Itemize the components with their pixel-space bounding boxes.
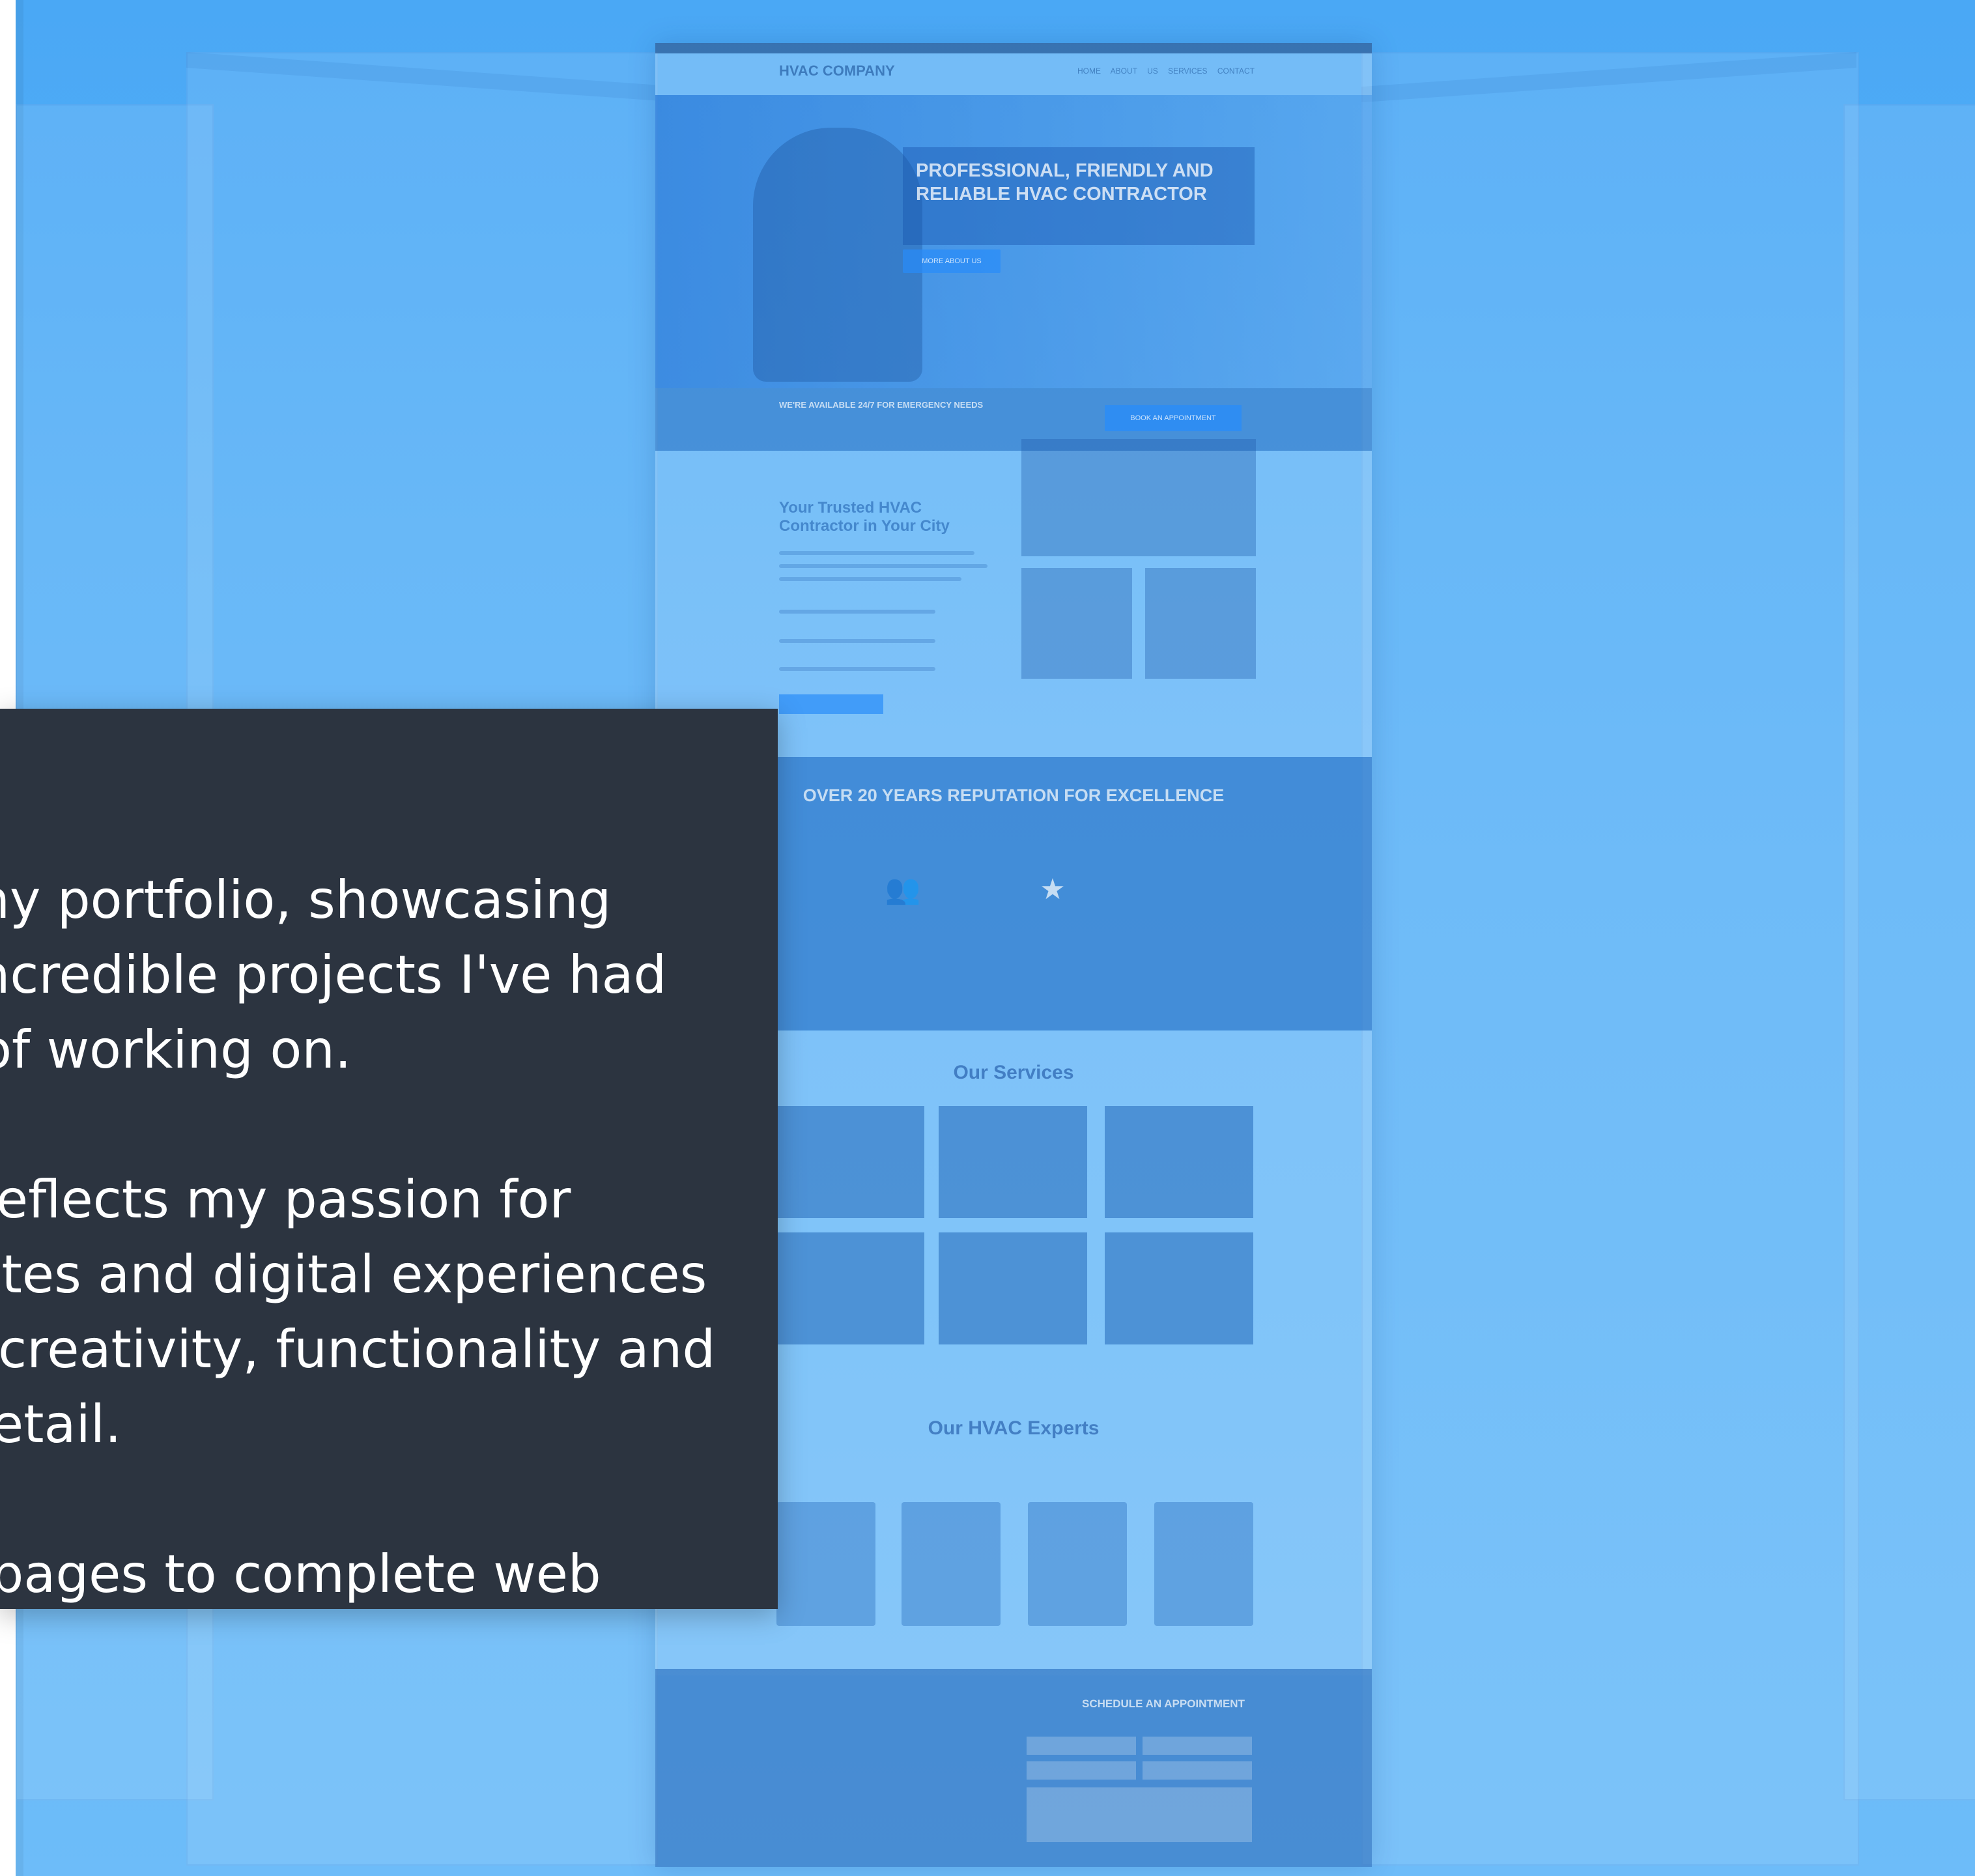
- service-tile: [776, 1232, 924, 1344]
- star-icon: ★: [1040, 873, 1066, 906]
- form-field: [1027, 1737, 1136, 1755]
- hvac-topbar: [655, 43, 1372, 53]
- hvac-about-image: [1021, 568, 1132, 679]
- hvac-strip-button: BOOK AN APPOINTMENT: [1105, 405, 1242, 431]
- text-line: [779, 610, 935, 614]
- intro-paragraph-1: Welcome to my portfolio, showcasing some…: [0, 870, 667, 1080]
- intro-text: Welcome to my portfolio, showcasing some…: [0, 862, 756, 1609]
- intro-paragraph-2: Each project reflects my passion for cra…: [0, 1169, 716, 1455]
- intro-panel: Welcome to my portfolio, showcasing some…: [0, 709, 778, 1609]
- hvac-logo: HVAC COMPANY: [779, 63, 895, 79]
- hvac-about-image: [1145, 568, 1256, 679]
- hvac-hero-headline: Professional, Friendly and Reliable HVAC…: [916, 160, 1214, 205]
- hvac-navbar: [655, 53, 1372, 95]
- hvac-hero-box: Professional, Friendly and Reliable HVAC…: [903, 147, 1255, 245]
- text-line: [779, 639, 935, 643]
- service-tile: [1105, 1232, 1253, 1344]
- hvac-about-heading: Your Trusted HVAC Contractor in Your Cit…: [779, 499, 950, 535]
- expert-photo: [902, 1502, 1001, 1626]
- hvac-about-button: [779, 694, 883, 714]
- hvac-strip-headline: We're available 24/7 for emergency needs: [779, 400, 984, 410]
- hvac-nav-links: HOME ABOUT US SERVICES CONTACT: [1077, 66, 1255, 76]
- expert-photo: [776, 1502, 875, 1626]
- form-field: [1143, 1761, 1252, 1780]
- text-line: [779, 551, 974, 555]
- service-tile: [776, 1106, 924, 1218]
- people-icon: 👥: [885, 873, 921, 906]
- expert-photo: [1028, 1502, 1127, 1626]
- form-field: [1027, 1787, 1252, 1842]
- expert-photo: [1154, 1502, 1253, 1626]
- text-line: [779, 577, 961, 581]
- text-line: [779, 564, 988, 568]
- screenshot-far-right: [1843, 104, 1975, 1800]
- hvac-about-image: [1021, 439, 1256, 556]
- intro-paragraph-3: From landing pages to complete web desig…: [0, 1544, 601, 1604]
- hvac-emergency-strip: [655, 388, 1372, 451]
- service-tile: [939, 1106, 1087, 1218]
- service-tile: [1105, 1106, 1253, 1218]
- form-field: [1027, 1761, 1136, 1780]
- hvac-appointment-heading: Schedule an Appointment: [1082, 1698, 1245, 1710]
- portfolio-hero: HVAC COMPANY HOME ABOUT US SERVICES CONT…: [0, 0, 1975, 1876]
- hvac-worker-image: [753, 128, 922, 382]
- service-tile: [939, 1232, 1087, 1344]
- text-line: [779, 667, 935, 671]
- screenshot-dermatology: [1361, 52, 1859, 1866]
- form-field: [1143, 1737, 1252, 1755]
- hvac-hero-button: MORE ABOUT US: [903, 249, 1001, 273]
